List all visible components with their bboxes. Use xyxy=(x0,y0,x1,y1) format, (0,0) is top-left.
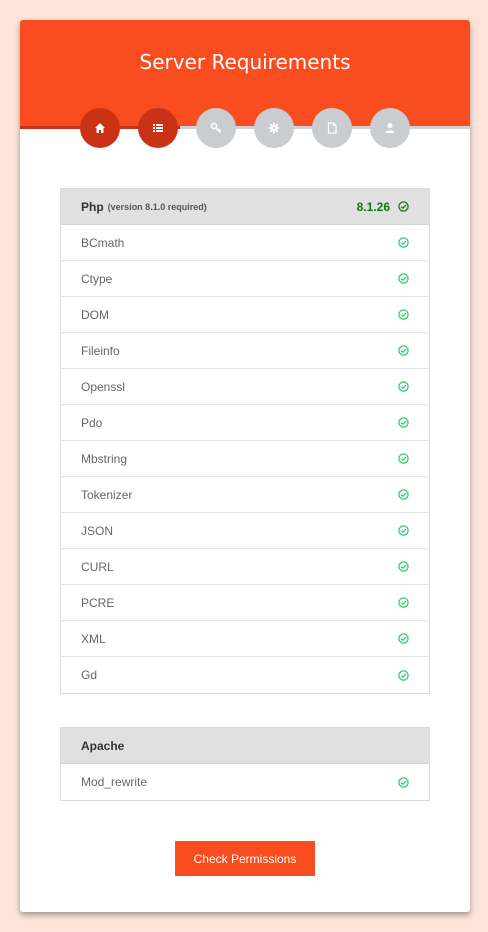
status-check xyxy=(398,561,409,572)
step-requirements[interactable] xyxy=(138,108,178,148)
check-circle-icon xyxy=(398,489,409,500)
php-installed-version: 8.1.26 xyxy=(356,199,390,214)
requirement-row: Gd xyxy=(61,657,429,693)
requirement-row: PCRE xyxy=(61,585,429,621)
installer-card: Server Requirements Php (version 8.1.0 r… xyxy=(20,20,470,912)
step-account[interactable] xyxy=(370,108,410,148)
requirement-name: Openssl xyxy=(81,379,126,394)
status-check xyxy=(398,273,409,284)
requirement-name: DOM xyxy=(81,307,109,322)
step-environment[interactable] xyxy=(254,108,294,148)
requirement-row: Fileinfo xyxy=(61,333,429,369)
requirement-row: Mbstring xyxy=(61,441,429,477)
requirement-row: Openssl xyxy=(61,369,429,405)
check-circle-icon xyxy=(398,561,409,572)
step-database[interactable] xyxy=(312,108,352,148)
key-icon xyxy=(210,122,222,134)
requirement-name: BCmath xyxy=(81,235,125,250)
check-circle-icon xyxy=(398,669,409,681)
requirement-name: Tokenizer xyxy=(81,487,133,502)
requirement-row: BCmath xyxy=(61,225,429,261)
requirement-row: DOM xyxy=(61,297,429,333)
check-circle-icon xyxy=(398,345,409,356)
status-check xyxy=(398,597,409,608)
requirement-row: Mod_rewrite xyxy=(61,764,429,800)
requirement-row: Tokenizer xyxy=(61,477,429,513)
check-circle-icon xyxy=(398,237,409,248)
gear-icon xyxy=(268,122,280,134)
requirement-name: PCRE xyxy=(81,595,115,610)
requirement-row: XML xyxy=(61,621,429,657)
step-permissions[interactable] xyxy=(196,108,236,148)
file-icon xyxy=(327,122,337,134)
user-icon xyxy=(385,123,395,133)
requirement-name: Mbstring xyxy=(81,451,128,466)
check-circle-icon xyxy=(398,776,409,788)
requirement-row: CURL xyxy=(61,549,429,585)
requirement-name: XML xyxy=(81,631,106,646)
requirement-name: Fileinfo xyxy=(81,343,120,358)
requirement-row: Ctype xyxy=(61,261,429,297)
page-title: Server Requirements xyxy=(139,50,351,74)
requirement-name: CURL xyxy=(81,559,114,574)
status-check xyxy=(398,669,409,681)
php-requirements-panel: Php (version 8.1.0 required) 8.1.26 BCma… xyxy=(60,188,430,694)
status-check xyxy=(398,309,409,320)
check-circle-icon xyxy=(398,417,409,428)
requirement-name: Pdo xyxy=(81,415,103,430)
status-check xyxy=(398,453,409,464)
home-icon xyxy=(95,123,105,133)
list-icon xyxy=(153,124,163,132)
check-circle-icon xyxy=(398,453,409,464)
check-circle-icon xyxy=(398,633,409,644)
check-circle-icon xyxy=(398,381,409,392)
requirement-name: JSON xyxy=(81,523,114,538)
apache-label: Apache xyxy=(81,738,125,753)
status-check xyxy=(398,633,409,644)
apache-panel-header: Apache xyxy=(61,728,429,764)
status-check xyxy=(398,381,409,392)
requirement-name: Ctype xyxy=(81,271,113,286)
apache-module-list: Mod_rewrite xyxy=(61,764,429,800)
apache-requirements-panel: Apache Mod_rewrite xyxy=(60,727,430,801)
check-permissions-button[interactable]: Check Permissions xyxy=(175,841,315,876)
check-circle-icon xyxy=(398,273,409,284)
check-circle-icon xyxy=(398,201,409,212)
php-extension-list: BCmath Ctype DOM Fileinfo Openssl Pdo Mbstring… xyxy=(61,225,429,693)
check-circle-icon xyxy=(398,597,409,608)
requirement-row: Pdo xyxy=(61,405,429,441)
requirement-name: Gd xyxy=(81,668,98,682)
status-check xyxy=(398,525,409,536)
requirement-name: Mod_rewrite xyxy=(81,775,148,789)
php-label: Php xyxy=(81,199,104,214)
php-panel-header: Php (version 8.1.0 required) 8.1.26 xyxy=(61,189,429,225)
status-check xyxy=(398,776,409,788)
status-check xyxy=(398,345,409,356)
status-check xyxy=(398,237,409,248)
check-circle-icon xyxy=(398,525,409,536)
php-required-version: (version 8.1.0 required) xyxy=(107,201,207,212)
requirement-row: JSON xyxy=(61,513,429,549)
status-check xyxy=(398,417,409,428)
step-welcome[interactable] xyxy=(80,108,120,148)
status-check xyxy=(398,489,409,500)
check-circle-icon xyxy=(398,309,409,320)
